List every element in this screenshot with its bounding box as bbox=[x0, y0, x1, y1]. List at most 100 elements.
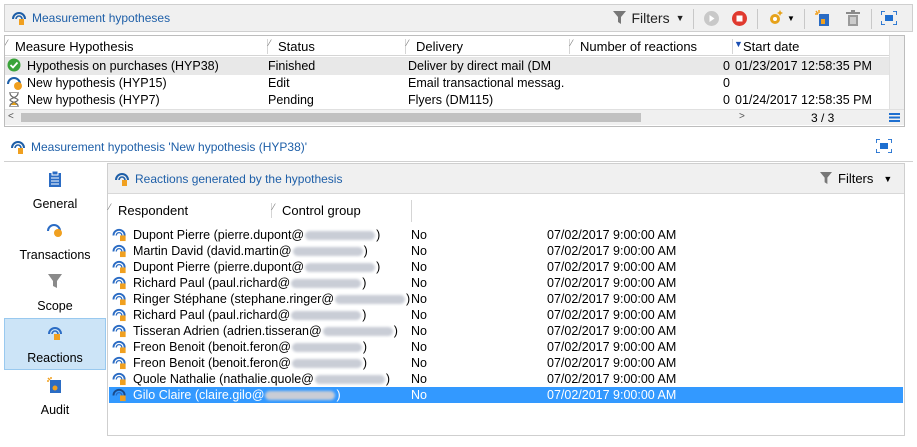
reaction-date: 07/02/2017 9:00:00 AM bbox=[547, 324, 677, 338]
reaction-date: 07/02/2017 9:00:00 AM bbox=[547, 372, 677, 386]
table-row[interactable]: New hypothesis (HYP7) Pending Flyers (DM… bbox=[5, 92, 889, 109]
detail-sidebar: General Transactions Scope Reactions Aud… bbox=[4, 163, 106, 436]
scroll-left-icon[interactable]: < bbox=[8, 111, 14, 122]
reactions-filters-button[interactable]: Filters ▼ bbox=[820, 171, 892, 186]
toolbar-separator bbox=[757, 9, 758, 29]
scrollbar-thumb[interactable] bbox=[21, 113, 641, 122]
reaction-date: 07/02/2017 9:00:00 AM bbox=[547, 260, 677, 274]
maximize-icon bbox=[875, 138, 893, 154]
vertical-scrollbar[interactable] bbox=[889, 36, 904, 109]
reaction-date: 07/02/2017 9:00:00 AM bbox=[547, 388, 677, 402]
stop-button[interactable] bbox=[727, 5, 751, 31]
column-header-respondent[interactable]: ⁄ Respondent bbox=[108, 202, 271, 218]
gear-icon bbox=[770, 10, 784, 24]
hypothesis-start-date: 01/23/2017 12:58:35 PM bbox=[735, 59, 872, 73]
respondent-name: Tisseran Adrien (adrien.tisseran@) bbox=[133, 324, 398, 338]
control-group-value: No bbox=[411, 356, 427, 370]
hypothesis-icon bbox=[10, 139, 26, 155]
control-group-value: No bbox=[411, 292, 427, 306]
trash-icon bbox=[846, 10, 860, 26]
table-row[interactable]: Richard Paul (paul.richard@) No 07/02/2017… bbox=[109, 307, 903, 323]
reactions-toolbar: Reactions generated by the hypothesis Fi… bbox=[108, 164, 904, 194]
detail-toolbar: Measurement hypothesis 'New hypothesis (… bbox=[4, 133, 913, 161]
toolbar-separator bbox=[804, 9, 805, 29]
new-hypothesis-button[interactable] bbox=[811, 5, 835, 31]
filters-button[interactable]: Filters ▼ bbox=[609, 5, 689, 31]
table-row[interactable]: Dupont Pierre (pierre.dupont@) No 07/02/20… bbox=[109, 259, 903, 275]
table-row[interactable]: Dupont Pierre (pierre.dupont@) No 07/02/20… bbox=[109, 227, 903, 243]
column-header-hypothesis[interactable]: ⁄ Measure Hypothesis bbox=[5, 38, 267, 54]
table-row[interactable]: Freon Benoit (benoit.feron@) No 07/02/2017… bbox=[109, 339, 903, 355]
toolbar-separator bbox=[693, 9, 694, 29]
funnel-icon bbox=[613, 11, 627, 24]
horizontal-scrollbar[interactable]: < > bbox=[5, 109, 751, 125]
hypothesis-delivery: Email transactional messag. bbox=[408, 76, 565, 90]
grid-footer: 3 / 3 bbox=[751, 109, 904, 125]
redacted-email bbox=[314, 375, 385, 385]
reaction-date: 07/02/2017 9:00:00 AM bbox=[547, 228, 677, 242]
actions-menu-button[interactable]: ▼ bbox=[763, 5, 799, 31]
respondent-name: Dupont Pierre (pierre.dupont@) bbox=[133, 260, 381, 274]
control-group-value: No bbox=[411, 228, 427, 242]
control-group-value: No bbox=[411, 324, 427, 338]
respondent-icon bbox=[112, 387, 128, 405]
table-row[interactable]: New hypothesis (HYP15) Edit Email transa… bbox=[5, 75, 889, 92]
reactions-icon bbox=[48, 327, 62, 340]
column-header-start-date[interactable]: ▼ Start date bbox=[732, 39, 896, 54]
play-icon bbox=[703, 10, 719, 26]
reaction-date: 07/02/2017 9:00:00 AM bbox=[547, 244, 677, 258]
chevron-down-icon: ▼ bbox=[675, 13, 685, 23]
new-document-icon bbox=[815, 9, 829, 26]
redacted-email bbox=[305, 231, 376, 241]
maximize-button[interactable] bbox=[877, 5, 901, 31]
table-row[interactable]: Ringer Stéphane (stephane.ringer@) No 07/0… bbox=[109, 291, 903, 307]
hypothesis-name: Hypothesis on purchases (HYP38) bbox=[27, 59, 219, 73]
sidebar-item-scope[interactable]: Scope bbox=[4, 267, 106, 317]
divider bbox=[4, 161, 913, 162]
chevron-down-icon: ▼ bbox=[787, 13, 795, 23]
hypothesis-status: Finished bbox=[268, 59, 316, 73]
table-row[interactable]: Martin David (david.martin@) No 07/02/2017… bbox=[109, 243, 903, 259]
sidebar-item-reactions[interactable]: Reactions bbox=[4, 318, 106, 370]
maximize-icon bbox=[881, 11, 897, 25]
delete-button[interactable] bbox=[841, 5, 865, 31]
sidebar-item-transactions[interactable]: Transactions bbox=[4, 216, 106, 266]
hypothesis-name: New hypothesis (HYP15) bbox=[27, 76, 167, 90]
transactions-icon bbox=[47, 224, 62, 237]
table-row[interactable]: Hypothesis on purchases (HYP38) Finished… bbox=[5, 58, 889, 75]
table-row[interactable]: Richard Paul (paul.richard@) No 07/02/2017… bbox=[109, 275, 903, 291]
redacted-email bbox=[291, 343, 362, 353]
redacted-email bbox=[291, 279, 362, 289]
table-row[interactable]: Quole Nathalie (nathalie.quole@) No 07/02/… bbox=[109, 371, 903, 387]
sidebar-item-general[interactable]: General bbox=[4, 165, 106, 215]
detail-panel-title: Measurement hypothesis 'New hypothesis (… bbox=[4, 139, 307, 155]
table-row[interactable]: Tisseran Adrien (adrien.tisseran@) No 07/0… bbox=[109, 323, 903, 339]
column-header-delivery[interactable]: ⁄ Delivery bbox=[405, 38, 569, 54]
scroll-right-icon[interactable]: > bbox=[739, 111, 745, 122]
funnel-icon bbox=[820, 172, 832, 185]
sidebar-item-audit[interactable]: Audit bbox=[4, 371, 106, 421]
hypothesis-reactions: 0 bbox=[723, 59, 730, 73]
column-header-reactions[interactable]: ⁄ Number of reactions bbox=[569, 38, 732, 54]
reaction-date: 07/02/2017 9:00:00 AM bbox=[547, 292, 677, 306]
column-settings-icon[interactable] bbox=[889, 113, 900, 122]
clipboard-icon bbox=[49, 171, 61, 187]
reaction-date: 07/02/2017 9:00:00 AM bbox=[547, 356, 677, 370]
start-button[interactable] bbox=[699, 5, 723, 31]
stop-icon bbox=[731, 10, 747, 26]
control-group-value: No bbox=[411, 308, 427, 322]
control-group-value: No bbox=[411, 340, 427, 354]
column-header-status[interactable]: ⁄ Status bbox=[267, 38, 405, 54]
hourglass-icon bbox=[8, 92, 20, 110]
respondent-name: Quole Nathalie (nathalie.quole@) bbox=[133, 372, 391, 386]
respondent-name: Dupont Pierre (pierre.dupont@) bbox=[133, 228, 381, 242]
reaction-date: 07/02/2017 9:00:00 AM bbox=[547, 340, 677, 354]
detail-maximize-button[interactable] bbox=[875, 138, 893, 156]
funnel-icon bbox=[48, 274, 62, 288]
audit-icon bbox=[47, 377, 61, 393]
column-header-control-group[interactable]: ⁄ Control group bbox=[271, 202, 411, 218]
table-row[interactable]: Gilo Claire (claire.gilo@) No 07/02/2017 9… bbox=[109, 387, 903, 403]
grid-header: ⁄ Measure Hypothesis ⁄ Status ⁄ Delivery ⁄ N… bbox=[5, 36, 904, 56]
hypothesis-delivery: Deliver by direct mail (DM bbox=[408, 59, 552, 73]
table-row[interactable]: Freon Benoit (benoit.feron@) No 07/02/2017… bbox=[109, 355, 903, 371]
